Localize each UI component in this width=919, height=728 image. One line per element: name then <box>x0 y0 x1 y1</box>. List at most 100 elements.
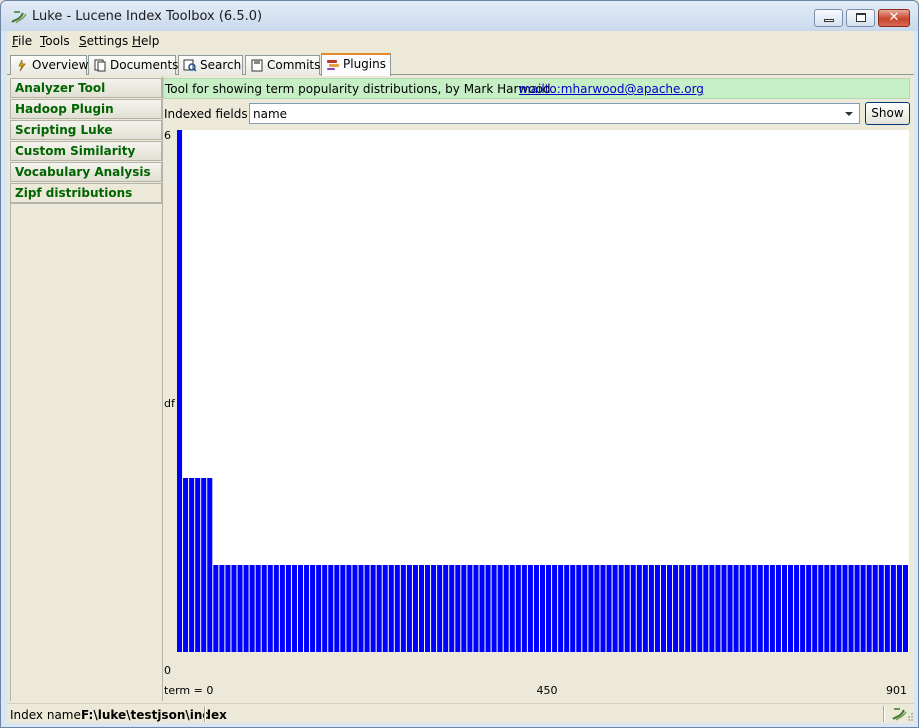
chart-bar <box>201 478 207 652</box>
index-name-label: Index name: <box>10 708 85 722</box>
chart-bar <box>685 565 691 652</box>
chart-bar <box>546 565 552 652</box>
chart-bar <box>588 565 594 652</box>
chart-bar <box>660 565 667 652</box>
chart-bar <box>709 565 715 652</box>
chart-bar <box>648 565 654 652</box>
menu-settings-label: ettings <box>86 34 129 48</box>
x-tick-label-mid: 450 <box>537 684 558 697</box>
chart-bar <box>884 565 890 652</box>
chart-bar <box>177 130 183 652</box>
chart-bar <box>576 565 582 652</box>
chart-bar <box>334 565 340 652</box>
tab-commits-label: Commits <box>267 58 321 72</box>
chart-bar <box>896 565 902 652</box>
chart-bar <box>400 565 406 652</box>
show-button[interactable]: Show <box>865 102 910 125</box>
chart-bar <box>842 565 848 652</box>
menu-file[interactable]: File <box>12 34 32 48</box>
tab-documents[interactable]: Documents <box>88 55 179 75</box>
chart-bar <box>352 565 358 652</box>
minimize-button[interactable] <box>814 9 843 27</box>
chart-bar <box>673 565 679 652</box>
chart-bar <box>836 565 842 652</box>
menu-settings[interactable]: Settings <box>79 34 128 48</box>
tab-overview[interactable]: Overview <box>10 55 89 75</box>
tab-commits[interactable]: Commits <box>245 55 320 75</box>
chart-bar <box>195 478 201 652</box>
chart-bar <box>285 565 291 652</box>
plugins-icon <box>327 60 339 70</box>
close-button[interactable]: ✕ <box>878 9 910 27</box>
tab-search[interactable]: Search <box>178 55 243 75</box>
window-title: Luke - Lucene Index Toolbox (6.5.0) <box>32 9 263 24</box>
app-window: Luke - Lucene Index Toolbox (6.5.0) ✕ Fi… <box>0 0 919 728</box>
chart-bar <box>340 565 346 652</box>
menu-help-label: elp <box>141 34 160 48</box>
plugin-item-vocabulary-analysis-tool[interactable]: Vocabulary Analysis Tool <box>10 162 162 197</box>
chart-bar <box>890 565 896 652</box>
chart-bar <box>781 565 788 652</box>
menu-help-mnemonic: H <box>132 34 142 48</box>
chart-bar <box>703 565 709 652</box>
chart-bar <box>388 565 394 652</box>
indexed-fields-select[interactable]: name <box>249 103 860 124</box>
chart-bar <box>243 565 249 652</box>
chevron-down-icon[interactable] <box>841 105 857 122</box>
menu-help[interactable]: Help <box>132 34 159 48</box>
menu-settings-mnemonic: S <box>79 34 87 48</box>
chart-bar <box>273 565 279 652</box>
plugin-item-hadoop-plugin[interactable]: Hadoop Plugin <box>10 99 162 119</box>
author-mail-link[interactable]: mailto:mharwood@apache.org <box>519 82 704 96</box>
chart-bar <box>721 565 727 652</box>
plugin-info-bar: Tool for showing term popularity distrib… <box>163 78 910 99</box>
chart-bar <box>733 565 739 652</box>
chart-bar <box>527 565 533 652</box>
maximize-button[interactable] <box>846 9 875 27</box>
chart-bar <box>860 565 866 652</box>
chart-bar <box>443 565 449 652</box>
chart-bar <box>521 565 527 652</box>
plugin-item-zipf-distributions[interactable]: Zipf distributions <box>10 183 162 203</box>
status-separator-right <box>883 706 885 722</box>
chart-bar <box>364 565 370 652</box>
chart-bar <box>600 565 606 652</box>
chart-bar <box>715 565 721 652</box>
chart-bar <box>328 565 334 652</box>
minimize-icon <box>824 19 834 22</box>
chart-bar <box>630 565 636 652</box>
tab-plugins-label: Plugins <box>343 57 386 71</box>
chart-bar <box>207 478 213 652</box>
chart-bar <box>412 565 418 652</box>
chart-bar <box>794 565 800 652</box>
y-axis-label: df <box>164 397 176 410</box>
chart-bar <box>533 565 539 652</box>
chart-bar <box>848 565 854 652</box>
chart-bar <box>691 565 697 652</box>
chart-bar <box>261 565 267 652</box>
chart-bar <box>564 565 570 652</box>
chart-bar <box>279 565 285 652</box>
chart-bar <box>485 565 491 652</box>
chart-bar <box>636 565 642 652</box>
tab-documents-label: Documents <box>110 58 179 72</box>
search-icon <box>183 59 197 72</box>
chart-bar <box>745 565 751 652</box>
chart-bar <box>667 565 673 652</box>
tab-strip: Overview Documents Search Commits Plugin… <box>7 53 914 76</box>
chart-bar <box>582 565 588 652</box>
plugin-item-analyzer-tool[interactable]: Analyzer Tool <box>10 78 162 98</box>
tab-search-label: Search <box>200 58 242 72</box>
chart-bar <box>624 565 630 652</box>
tab-plugins[interactable]: Plugins <box>321 53 391 76</box>
chart-bar <box>618 565 624 652</box>
chart-bar <box>291 565 297 652</box>
plugin-item-custom-similarity[interactable]: Custom Similarity <box>10 141 162 161</box>
resize-grip-icon[interactable] <box>908 712 914 722</box>
plugin-item-scripting-luke[interactable]: Scripting Luke <box>10 120 162 140</box>
chart-bar <box>612 565 618 652</box>
tab-overview-label: Overview <box>32 58 89 72</box>
title-bar[interactable]: Luke - Lucene Index Toolbox (6.5.0) ✕ <box>1 1 918 31</box>
menu-tools[interactable]: Tools <box>40 34 70 48</box>
chart-bar <box>818 565 824 652</box>
